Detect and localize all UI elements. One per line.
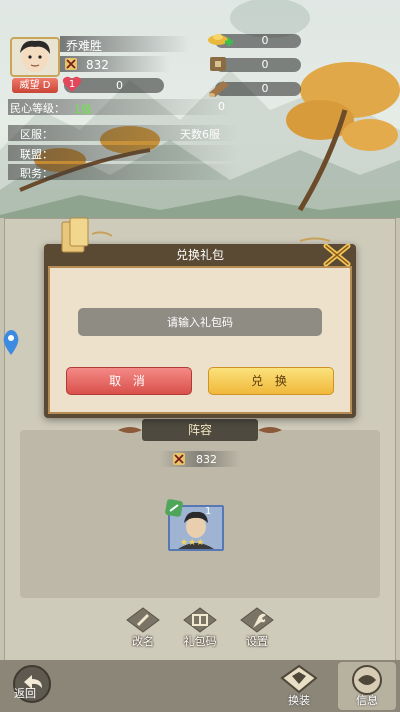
wood-log-icon	[209, 81, 229, 97]
tab-outfit[interactable]: 换装	[274, 662, 324, 710]
heart-value: 0	[116, 79, 123, 92]
prestige-badge[interactable]: 威望 D	[12, 78, 58, 93]
settings-button[interactable]: 设置	[234, 606, 280, 648]
settings-icon	[240, 607, 274, 633]
gift-code-icon	[183, 607, 217, 633]
tab-info-label: 信息	[356, 694, 378, 707]
heart-count: 1	[68, 79, 76, 90]
morale-value: 0	[218, 100, 225, 113]
position-label: 职务：	[20, 167, 53, 180]
player-name: 乔难胜	[66, 39, 103, 53]
close-icon[interactable]	[322, 242, 352, 268]
wood-value: 0	[261, 82, 269, 95]
back-label: 返回	[14, 687, 36, 700]
gift-dialog-title: 兑换礼包	[175, 248, 224, 262]
morale-row: 民心等级： 0	[8, 99, 233, 115]
coin-icon	[210, 57, 226, 71]
server-label: 区服：	[20, 128, 53, 141]
cancel-button[interactable]: 取 消	[66, 367, 192, 395]
hero-level: 1	[205, 506, 212, 517]
gift-code-button[interactable]: 礼包码	[177, 606, 223, 648]
morale-label: 民心等级：	[10, 102, 65, 115]
power-icon	[65, 58, 77, 70]
alliance-label: 联盟：	[20, 148, 53, 161]
rename-label: 改名	[132, 635, 154, 648]
rename-icon	[126, 607, 160, 633]
player-power: 832	[86, 58, 109, 72]
coin-value: 0	[261, 58, 269, 71]
player-avatar[interactable]	[10, 37, 60, 77]
server-value: 天数6服	[180, 128, 220, 141]
alliance-row: 联盟：	[8, 145, 238, 161]
rename-button[interactable]: 改名	[120, 606, 166, 648]
hero-stars: ★★★	[180, 538, 205, 548]
redeem-button[interactable]: 兑 换	[208, 367, 334, 395]
morale-level: 1级	[74, 103, 92, 116]
gift-code-input[interactable]	[78, 308, 322, 336]
tab-info[interactable]: 信息	[338, 662, 396, 710]
gold-value: 0	[261, 34, 269, 47]
gold-ingot-icon	[208, 34, 233, 46]
hero-rank-icon	[165, 499, 183, 517]
position-row: 职务：	[8, 164, 238, 180]
map-pin-icon[interactable]	[2, 330, 20, 356]
gift-code-label: 礼包码	[183, 635, 217, 648]
lineup-title: 阵容	[142, 419, 258, 441]
tab-outfit-label: 换装	[288, 694, 310, 707]
lineup-power-icon	[173, 453, 185, 465]
settings-label: 设置	[246, 635, 268, 648]
server-row: 区服： 天数6服	[8, 125, 238, 141]
lineup-power: 832	[196, 453, 217, 466]
